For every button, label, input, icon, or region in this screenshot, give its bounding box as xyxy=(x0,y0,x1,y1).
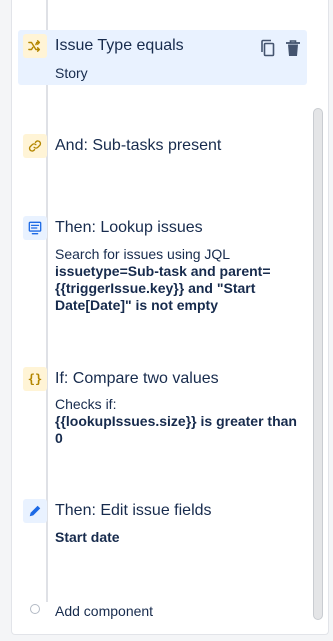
component-title: Issue Type equals xyxy=(55,37,184,54)
add-component-dot xyxy=(30,604,40,614)
lookup-icon xyxy=(23,216,47,240)
component-title: Then: Lookup issues xyxy=(55,219,203,236)
component-edit-issue-fields[interactable]: Then: Edit issue fields Start date xyxy=(18,499,307,549)
automation-rule-panel: Issue Type equals Story And: Sub-tasks p… xyxy=(11,0,329,635)
component-sub-tasks-present[interactable]: And: Sub-tasks present xyxy=(18,134,307,160)
shuffle-icon xyxy=(23,34,47,58)
link-icon xyxy=(23,134,47,158)
jql-query: issuetype=Sub-task and parent={{triggerI… xyxy=(55,263,271,313)
component-issue-type-equals[interactable]: Issue Type equals Story xyxy=(18,30,307,85)
copy-icon[interactable] xyxy=(258,38,278,58)
description-text: Search for issues using JQL xyxy=(55,246,231,262)
component-compare-two-values[interactable]: {} If: Compare two values Checks if: {{l… xyxy=(18,367,307,447)
component-description: Start date xyxy=(55,529,300,546)
description-text: Checks if: xyxy=(55,396,117,412)
component-lookup-issues[interactable]: Then: Lookup issues Search for issues us… xyxy=(18,216,307,316)
component-description: Story xyxy=(55,65,88,81)
component-description: Search for issues using JQL issuetype=Su… xyxy=(55,246,300,314)
component-actions xyxy=(258,38,303,58)
braces-icon: {} xyxy=(23,367,47,391)
add-component-button[interactable]: Add component xyxy=(55,603,153,620)
scrollbar-thumb[interactable] xyxy=(313,108,323,620)
edited-field: Start date xyxy=(55,529,120,545)
trash-icon[interactable] xyxy=(283,38,303,58)
component-title: And: Sub-tasks present xyxy=(55,137,222,154)
component-title: Then: Edit issue fields xyxy=(55,502,212,519)
pencil-icon xyxy=(23,499,47,523)
component-description: Checks if: {{lookupIssues.size}} is grea… xyxy=(55,396,300,447)
comparison-expression: {{lookupIssues.size}} is greater than 0 xyxy=(55,413,297,446)
component-title: If: Compare two values xyxy=(55,370,219,387)
